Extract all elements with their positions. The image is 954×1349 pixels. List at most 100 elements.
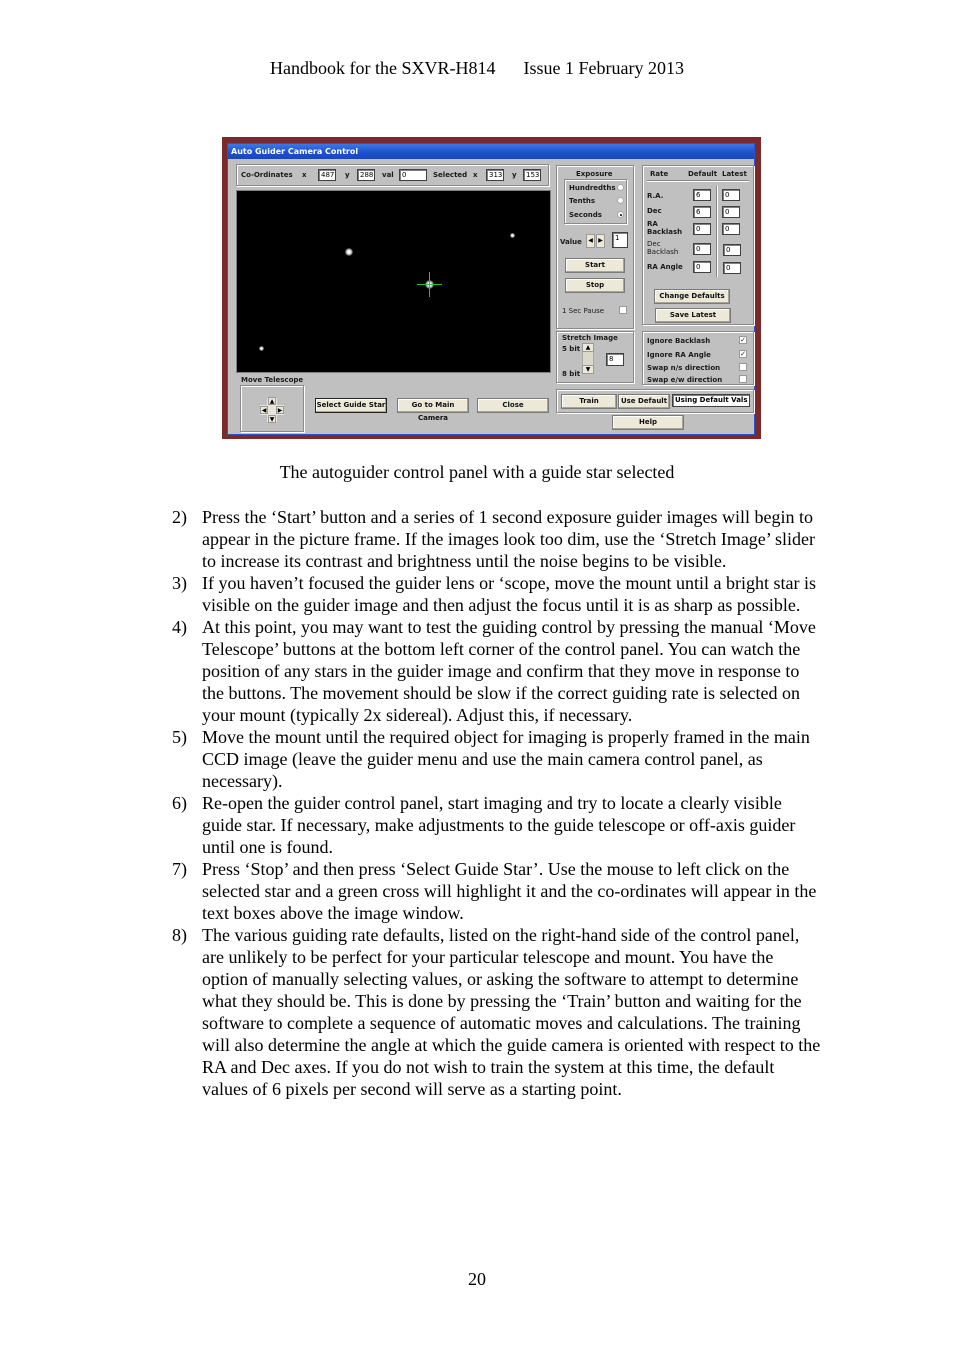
guider-image-canvas[interactable]	[236, 190, 551, 373]
selected-y-field[interactable]: 153	[523, 169, 541, 181]
stretch-title: Stretch Image	[562, 334, 618, 342]
rate-row-label: Dec	[647, 207, 662, 215]
stop-button[interactable]: Stop	[565, 278, 625, 293]
move-telescope-label: Move Telescope	[241, 376, 304, 384]
stretch-image-group: Stretch Image 5 bit ▲ ▼ 8 bit 8	[556, 331, 634, 383]
exposure-value-field[interactable]: 1	[612, 232, 628, 248]
select-guide-star-button[interactable]: Select Guide Star	[315, 398, 387, 413]
option-label: Ignore RA Angle	[647, 351, 711, 359]
move-west-arrow-icon[interactable]: ◀	[260, 406, 268, 414]
swap-ns-checkbox[interactable]	[739, 363, 747, 371]
exposure-group: Exposure Hundredths Tenths Seconds Value…	[556, 165, 634, 329]
rate-row-label: Dec Backlash	[647, 240, 679, 256]
swap-ew-checkbox[interactable]	[739, 375, 747, 383]
help-button[interactable]: Help	[612, 415, 684, 430]
move-south-arrow-icon[interactable]: ▼	[268, 415, 276, 423]
list-item: 8) The various guiding rate defaults, lis…	[172, 925, 821, 1099]
dec-backlash-default-field[interactable]: 0	[693, 243, 711, 255]
change-defaults-button[interactable]: Change Defaults	[654, 289, 730, 304]
screenshot-figure: Auto Guider Camera Control Co-Ordinates …	[222, 137, 761, 439]
stretch-up-arrow-icon[interactable]: ▲	[582, 343, 594, 352]
ra-backlash-default-field[interactable]: 0	[693, 223, 711, 235]
stretch-slider-thumb[interactable]	[582, 352, 594, 365]
ra-angle-latest-field[interactable]: 0	[723, 262, 741, 274]
start-button[interactable]: Start	[565, 258, 625, 273]
exposure-units: Hundredths Tenths Seconds	[564, 179, 627, 224]
val-field[interactable]: 0	[399, 169, 427, 181]
value-label: Value	[560, 238, 582, 246]
coordinates-label: Co-Ordinates	[241, 171, 293, 179]
radio-tenths[interactable]	[617, 197, 624, 204]
column-divider	[716, 186, 717, 277]
ignore-backlash-checkbox[interactable]: ✓	[739, 336, 747, 344]
use-default-button[interactable]: Use Default	[618, 394, 670, 409]
selected-x-field[interactable]: 313	[486, 169, 504, 181]
move-telescope-pad: ▲ ▼ ◀ ▶	[240, 385, 304, 432]
window-titlebar: Auto Guider Camera Control	[228, 144, 754, 159]
guiding-options-group: Ignore Backlash ✓ Ignore RA Angle ✓ Swap…	[642, 331, 754, 385]
stretch-top-label: 5 bit	[562, 345, 581, 353]
dec-default-field[interactable]: 6	[693, 206, 711, 218]
option-label: Swap n/s direction	[647, 364, 721, 372]
option-label: Swap e/w direction	[647, 376, 723, 384]
selected-label: Selected	[433, 171, 468, 179]
star	[259, 346, 264, 351]
list-item: 2) Press the ‘Start’ button and a series …	[172, 507, 815, 571]
stretch-down-arrow-icon[interactable]: ▼	[582, 365, 594, 374]
y-field[interactable]: 288	[357, 169, 375, 181]
list-item: 3) If you haven’t focused the guider lens…	[172, 573, 817, 615]
x-label: x	[302, 171, 307, 179]
running-header: Handbook for the SXVR-H814 Issue 1 Februa…	[0, 58, 954, 79]
ra-backlash-latest-field[interactable]: 0	[722, 223, 740, 235]
ra-angle-default-field[interactable]: 0	[693, 261, 711, 273]
x-field[interactable]: 487	[318, 169, 336, 181]
value-increment-arrow-icon[interactable]: ▶	[596, 234, 605, 248]
rate-group: Rate Default Latest R.A. 6 0 Dec 6 0 RA …	[642, 165, 754, 325]
latest-col-header: Latest	[722, 170, 747, 178]
auto-guider-window: Auto Guider Camera Control Co-Ordinates …	[227, 143, 755, 435]
list-item: 4) At this point, you may want to test th…	[172, 617, 816, 725]
radio-seconds[interactable]	[617, 211, 624, 218]
ra-default-field[interactable]: 6	[693, 189, 711, 201]
ignore-ra-angle-checkbox[interactable]: ✓	[739, 350, 747, 358]
ra-latest-field[interactable]: 0	[722, 189, 740, 201]
val-label: val	[382, 171, 394, 179]
save-latest-button[interactable]: Save Latest	[655, 308, 731, 323]
radio-label-tenths: Tenths	[569, 197, 596, 205]
training-status-field: Using Default Vals	[672, 394, 750, 407]
default-col-header: Default	[688, 170, 718, 178]
go-to-main-camera-button[interactable]: Go to Main Camera	[397, 398, 469, 422]
selected-x-label: x	[473, 171, 478, 179]
option-label: Ignore Backlash	[647, 337, 711, 345]
training-group: Train Use Default Using Default Vals	[556, 389, 754, 413]
star	[510, 233, 515, 238]
rate-col-header: Rate	[650, 170, 669, 178]
train-button[interactable]: Train	[561, 394, 617, 409]
list-item: 7) Press ‘Stop’ and then press ‘Select Gu…	[172, 859, 817, 923]
y-label: y	[345, 171, 350, 179]
stretch-value-field[interactable]: 8	[606, 353, 624, 366]
header-issue: Issue 1 February 2013	[523, 58, 684, 78]
figure-caption: The autoguider control panel with a guid…	[279, 462, 675, 482]
selected-y-label: y	[512, 171, 517, 179]
pause-checkbox[interactable]	[619, 306, 627, 314]
move-north-arrow-icon[interactable]: ▲	[268, 397, 276, 405]
rate-row-label: RA Angle	[647, 263, 683, 271]
pause-label: 1 Sec Pause	[562, 307, 605, 315]
close-button[interactable]: Close	[477, 398, 549, 413]
stretch-bottom-label: 8 bit	[562, 370, 581, 378]
dec-backlash-latest-field[interactable]: 0	[723, 244, 741, 256]
star	[345, 248, 353, 256]
radio-hundredths[interactable]	[617, 184, 624, 191]
value-decrement-arrow-icon[interactable]: ◀	[586, 234, 595, 248]
dec-latest-field[interactable]: 0	[722, 206, 740, 218]
instruction-list: 2) Press the ‘Start’ button and a series …	[172, 506, 822, 1100]
rate-row-label: R.A.	[647, 192, 664, 200]
header-divider	[647, 180, 749, 181]
rate-row-label: RA Backlash	[647, 220, 683, 236]
header-title: Handbook for the SXVR-H814	[270, 58, 496, 78]
radio-label-hundredths: Hundredths	[569, 184, 616, 192]
move-east-arrow-icon[interactable]: ▶	[276, 406, 284, 414]
radio-label-seconds: Seconds	[569, 211, 602, 219]
list-item: 6) Re-open the guider control panel, star…	[172, 793, 796, 857]
